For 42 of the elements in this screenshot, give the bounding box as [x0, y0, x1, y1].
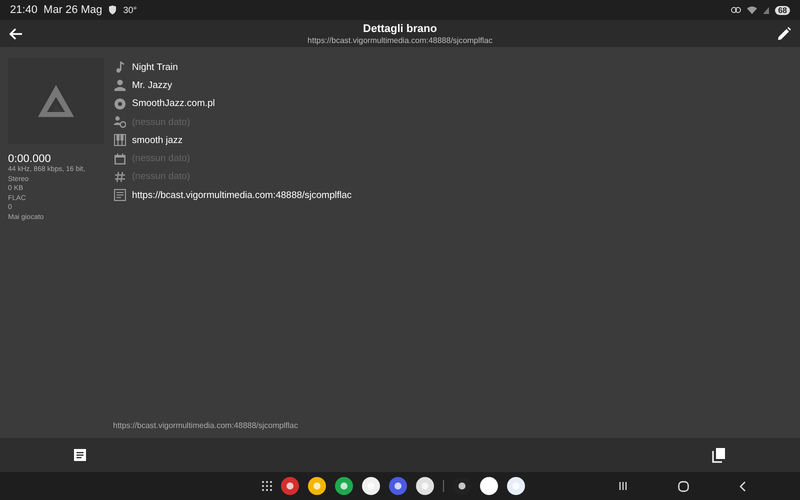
screen-title: Dettagli brano	[362, 22, 438, 34]
duration: 0:00.000	[8, 153, 52, 165]
signal-icon	[763, 6, 770, 14]
file-path: https://bcast.vigormultimedia.com:48888/sjcomplflac	[112, 421, 299, 432]
person-disc-icon	[114, 116, 126, 128]
temperature: 30°	[123, 5, 137, 15]
copy-icon[interactable]	[712, 448, 726, 462]
back-arrow-icon[interactable]	[9, 28, 23, 40]
field-value: Mr. Jazzy	[132, 80, 172, 91]
field-value: SmoothJazz.com.pl	[132, 98, 215, 110]
person-icon	[114, 79, 126, 92]
wifi-icon	[747, 6, 758, 14]
date: Mar 26 Mag	[44, 4, 102, 16]
field-value: smooth jazz	[132, 134, 183, 146]
app-icon[interactable]	[507, 477, 525, 495]
app-icon[interactable]	[362, 477, 380, 495]
edit-icon[interactable]	[777, 26, 791, 40]
app-icon[interactable]	[480, 477, 498, 495]
recents-icon[interactable]	[618, 481, 628, 491]
calendar-icon	[114, 152, 126, 165]
home-icon[interactable]	[678, 480, 689, 492]
app-icon[interactable]	[389, 477, 407, 495]
shield-icon	[108, 5, 118, 15]
music-note-icon	[114, 61, 126, 74]
app-grid-icon[interactable]	[262, 481, 272, 491]
app-icon[interactable]	[281, 477, 299, 495]
app-icon[interactable]	[308, 477, 326, 495]
clock: 21:40	[10, 4, 38, 16]
screen-subtitle: https://bcast.vigormultimedia.com:48888/sjcomplflac	[306, 36, 494, 44]
field-value: https://bcast.vigormultimedia.com:48888/sjcomplflac	[132, 190, 352, 201]
hash-icon	[114, 170, 126, 183]
field-value: Night Train	[132, 62, 178, 73]
document-icon	[114, 189, 126, 202]
logo-icon	[38, 85, 74, 117]
app-icon[interactable]	[335, 477, 353, 495]
notes-icon[interactable]	[73, 448, 87, 462]
disc-icon	[114, 98, 126, 110]
battery-indicator: 68	[775, 6, 790, 14]
link-icon	[731, 7, 742, 13]
piano-keys-icon	[114, 134, 126, 146]
app-icon[interactable]	[416, 477, 434, 495]
back-icon[interactable]	[739, 480, 746, 492]
